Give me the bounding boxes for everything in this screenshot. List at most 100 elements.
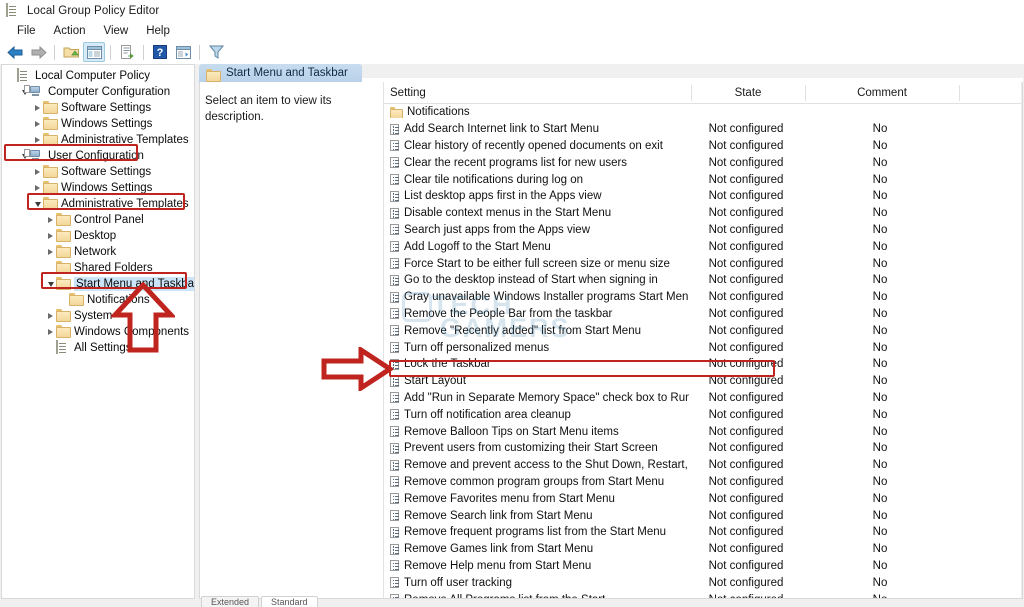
tree-item-desktop[interactable]: Desktop: [2, 228, 194, 244]
settings-row[interactable]: Remove Help menu from Start MenuNot conf…: [384, 558, 1022, 575]
settings-row[interactable]: Clear the recent programs list for new u…: [384, 154, 1022, 171]
settings-row[interactable]: Add Logoff to the Start MenuNot configur…: [384, 238, 1022, 255]
tree-item-control-panel[interactable]: Control Panel: [2, 212, 194, 228]
settings-row[interactable]: Disable context menus in the Start MenuN…: [384, 205, 1022, 222]
settings-row-setting-cell: Go to the desktop instead of Start when …: [384, 274, 689, 286]
tree-item-shared-folders[interactable]: Shared Folders: [2, 260, 194, 276]
tree-item-network[interactable]: Network: [2, 244, 194, 260]
settings-row[interactable]: Prevent users from customizing their Sta…: [384, 440, 1022, 457]
column-header-setting[interactable]: Setting: [384, 82, 691, 104]
tree-item-all-settings[interactable]: All Settings: [2, 340, 194, 356]
tree-spacer: [58, 292, 69, 308]
settings-row-setting-cell: Remove Games link from Start Menu: [384, 543, 689, 555]
chevron-right-icon[interactable]: [32, 116, 43, 132]
settings-row[interactable]: List desktop apps first in the Apps view…: [384, 188, 1022, 205]
menu-bar: File Action View Help: [0, 21, 1024, 40]
chevron-right-icon[interactable]: [32, 100, 43, 116]
console-tree[interactable]: Local Computer PolicyComputer Configurat…: [2, 65, 194, 356]
tree-item-computer-configuration[interactable]: Computer Configuration: [2, 84, 194, 100]
settings-row-setting-label: Add "Run in Separate Memory Space" check…: [404, 392, 689, 404]
help-button[interactable]: ?: [149, 42, 171, 62]
folder-icon: [43, 197, 57, 211]
settings-row[interactable]: Remove Search link from Start MenuNot co…: [384, 507, 1022, 524]
column-header-state[interactable]: State: [691, 82, 805, 104]
settings-row[interactable]: Remove "Recently added" list from Start …: [384, 322, 1022, 339]
column-divider[interactable]: [959, 85, 960, 101]
column-header-state-label: State: [735, 87, 762, 99]
chevron-right-icon[interactable]: [32, 180, 43, 196]
forward-button[interactable]: [27, 42, 49, 62]
settings-row[interactable]: Remove Balloon Tips on Start Menu itemsN…: [384, 423, 1022, 440]
settings-row-setting-cell: Remove common program groups from Start …: [384, 476, 689, 488]
tree-item-administrative-templates[interactable]: Administrative Templates: [2, 196, 194, 212]
tree-item-start-menu-and-taskbar[interactable]: Start Menu and Taskbar: [2, 276, 194, 292]
menu-item-view[interactable]: View: [95, 24, 138, 38]
pane-tab-start-menu-and-taskbar[interactable]: Start Menu and Taskbar: [199, 64, 362, 82]
settings-row[interactable]: Notifications: [384, 104, 1022, 121]
tree-item-windows-settings[interactable]: Windows Settings: [2, 180, 194, 196]
settings-row[interactable]: Remove frequent programs list from the S…: [384, 524, 1022, 541]
menu-item-file[interactable]: File: [8, 24, 45, 38]
settings-row[interactable]: Remove common program groups from Start …: [384, 474, 1022, 491]
tree-item-system[interactable]: System: [2, 308, 194, 324]
chevron-down-icon[interactable]: [32, 196, 43, 212]
settings-row[interactable]: Add Search Internet link to Start MenuNo…: [384, 121, 1022, 138]
show-hide-tree-button[interactable]: [83, 42, 105, 62]
setting-icon: [390, 493, 399, 504]
setting-icon: [390, 140, 399, 151]
filter-button[interactable]: [205, 42, 227, 62]
window-title: Local Group Policy Editor: [27, 5, 159, 17]
tree-item-notifications[interactable]: Notifications: [2, 292, 194, 308]
settings-row[interactable]: Remove the People Bar from the taskbarNo…: [384, 306, 1022, 323]
tab-extended[interactable]: Extended: [201, 596, 259, 607]
settings-row[interactable]: Remove Games link from Start MenuNot con…: [384, 541, 1022, 558]
settings-row[interactable]: Remove Favorites menu from Start MenuNot…: [384, 490, 1022, 507]
tree-item-software-settings[interactable]: Software Settings: [2, 100, 194, 116]
tree-item-local-computer-policy[interactable]: Local Computer Policy: [2, 68, 194, 84]
settings-row[interactable]: Clear history of recently opened documen…: [384, 138, 1022, 155]
tree-item-administrative-templates[interactable]: Administrative Templates: [2, 132, 194, 148]
list-vertical-scrollbar[interactable]: [1021, 82, 1022, 598]
chevron-right-icon[interactable]: [45, 308, 56, 324]
settings-row-setting-label: Clear the recent programs list for new u…: [404, 157, 627, 169]
settings-row[interactable]: Force Start to be either full screen siz…: [384, 255, 1022, 272]
settings-list[interactable]: Notifications Add Search Internet link to…: [384, 104, 1022, 598]
menu-item-action[interactable]: Action: [45, 24, 95, 38]
export-list-button[interactable]: [116, 42, 138, 62]
view-options-button[interactable]: [172, 42, 194, 62]
chevron-right-icon[interactable]: [32, 164, 43, 180]
up-one-level-button[interactable]: [60, 42, 82, 62]
settings-row[interactable]: Start LayoutNot configuredNo: [384, 373, 1022, 390]
column-header-comment[interactable]: Comment: [805, 82, 959, 104]
chevron-right-icon[interactable]: [45, 228, 56, 244]
settings-row[interactable]: Go to the desktop instead of Start when …: [384, 272, 1022, 289]
settings-row[interactable]: Search just apps from the Apps viewNot c…: [384, 222, 1022, 239]
chevron-right-icon[interactable]: [45, 212, 56, 228]
details-pane-body: Select an item to view its description. …: [199, 82, 1023, 599]
tree-item-user-configuration[interactable]: User Configuration: [2, 148, 194, 164]
settings-row[interactable]: Gray unavailable Windows Installer progr…: [384, 289, 1022, 306]
settings-row[interactable]: Lock the TaskbarNot configuredNo: [384, 356, 1022, 373]
tree-item-label: Software Settings: [61, 165, 151, 179]
chevron-down-icon[interactable]: [45, 276, 56, 292]
chevron-right-icon[interactable]: [45, 324, 56, 340]
settings-row[interactable]: Clear tile notifications during log onNo…: [384, 171, 1022, 188]
settings-row[interactable]: Remove and prevent access to the Shut Do…: [384, 457, 1022, 474]
settings-row-setting-label: Notifications: [407, 106, 470, 118]
tab-standard[interactable]: Standard: [261, 596, 318, 607]
tree-item-software-settings[interactable]: Software Settings: [2, 164, 194, 180]
back-button[interactable]: [4, 42, 26, 62]
settings-row[interactable]: Turn off personalized menusNot configure…: [384, 339, 1022, 356]
tree-item-windows-settings[interactable]: Windows Settings: [2, 116, 194, 132]
menu-item-help[interactable]: Help: [137, 24, 179, 38]
settings-row[interactable]: Turn off notification area cleanupNot co…: [384, 406, 1022, 423]
settings-row[interactable]: Add "Run in Separate Memory Space" check…: [384, 390, 1022, 407]
chevron-right-icon[interactable]: [32, 132, 43, 148]
chevron-right-icon[interactable]: [45, 244, 56, 260]
settings-list-container[interactable]: Setting State Comment Notifications Add S…: [384, 82, 1022, 598]
tree-item-windows-components[interactable]: Windows Components: [2, 324, 194, 340]
console-tree-pane[interactable]: Local Computer PolicyComputer Configurat…: [1, 64, 195, 599]
setting-icon: [390, 241, 399, 252]
settings-row-state-cell: Not configured: [689, 258, 803, 270]
settings-row[interactable]: Turn off user trackingNot configuredNo: [384, 574, 1022, 591]
